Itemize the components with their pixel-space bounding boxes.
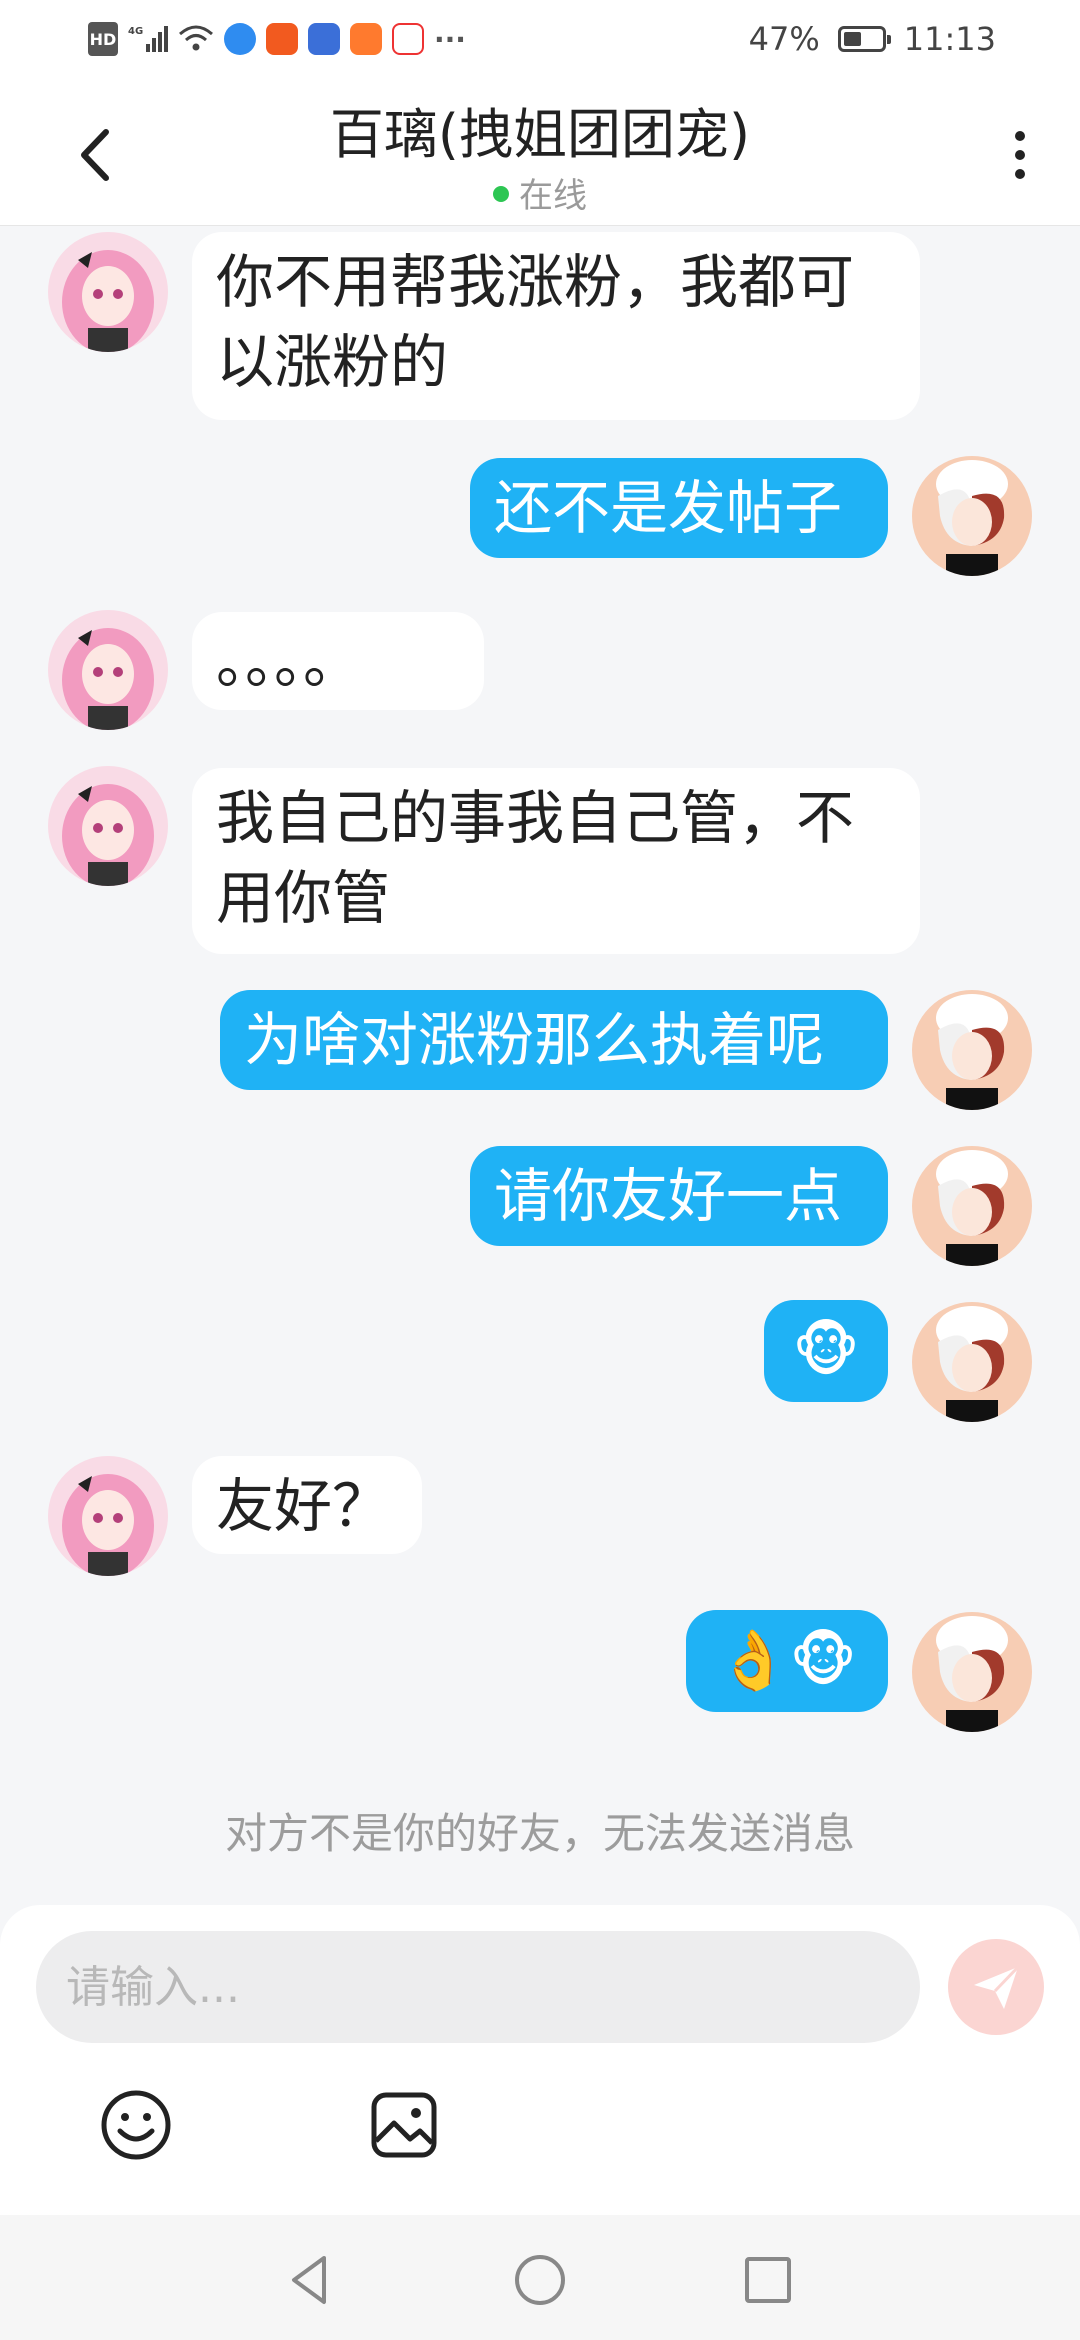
contact-avatar[interactable] <box>48 766 168 886</box>
image-button[interactable] <box>364 2085 444 2165</box>
nav-home-icon <box>515 2255 565 2305</box>
online-dot-icon <box>493 185 509 202</box>
wifi-icon <box>178 22 214 56</box>
my-avatar-image <box>912 1612 1032 1732</box>
send-icon <box>974 1965 1020 2009</box>
incoming-message[interactable]: 我自己的事我自己管，不用你管 <box>192 768 920 954</box>
status-icons-right: 47% 11:13 <box>749 20 996 58</box>
hd-icon: HD <box>88 22 118 56</box>
status-icons-left: HD 4G ··· <box>88 22 466 56</box>
outgoing-emoji-message[interactable]: 👌🐵 <box>686 1610 888 1712</box>
message-input[interactable] <box>36 1931 920 2043</box>
nav-back-button[interactable] <box>280 2250 340 2310</box>
contact-avatar-image <box>48 1456 168 1576</box>
my-avatar[interactable] <box>912 1302 1032 1422</box>
emoji-icon <box>101 2090 171 2160</box>
contact-avatar-image <box>48 766 168 886</box>
status-bar: HD 4G ··· 47% 11:13 <box>0 0 1080 80</box>
signal-icon: 4G <box>128 22 168 56</box>
my-avatar-image <box>912 990 1032 1110</box>
contact-name: 百璃(拽姐团团宠) <box>329 103 751 166</box>
my-avatar-image <box>912 456 1032 576</box>
image-icon <box>371 2092 437 2158</box>
chat-header: 百璃(拽姐团团宠) 在线 <box>0 80 1080 226</box>
online-status-label: 在线 <box>519 176 587 216</box>
outgoing-message[interactable]: 为啥对涨粉那么执着呢 <box>220 990 888 1090</box>
my-avatar-image <box>912 1146 1032 1266</box>
home-app-icon <box>350 23 382 55</box>
contact-avatar[interactable] <box>48 1456 168 1576</box>
online-status: 在线 <box>0 168 1080 217</box>
emoji-button[interactable] <box>96 2085 176 2165</box>
my-avatar[interactable] <box>912 990 1032 1110</box>
more-notifications-icon: ··· <box>434 22 466 56</box>
svg-text:4G: 4G <box>128 26 143 37</box>
send-button[interactable] <box>948 1939 1044 2035</box>
my-avatar[interactable] <box>912 1146 1032 1266</box>
clock: 11:13 <box>903 20 996 58</box>
contact-avatar[interactable] <box>48 610 168 730</box>
contact-avatar-image <box>48 610 168 730</box>
my-avatar[interactable] <box>912 456 1032 576</box>
outgoing-emoji-message[interactable]: 🐵 <box>764 1300 888 1402</box>
contact-avatar[interactable] <box>48 232 168 352</box>
incoming-message[interactable]: 友好？ <box>192 1456 422 1554</box>
more-icon-dot <box>1015 131 1025 141</box>
nav-recents-button[interactable] <box>738 2250 798 2310</box>
battery-percent: 47% <box>748 20 820 58</box>
browser-app-icon <box>224 23 256 55</box>
more-icon-dot <box>1015 150 1025 160</box>
nav-home-button[interactable] <box>510 2250 570 2310</box>
system-nav-bar <box>0 2215 1080 2340</box>
my-avatar-image <box>912 1302 1032 1422</box>
map-app-icon <box>392 23 424 55</box>
contact-avatar-image <box>48 232 168 352</box>
outgoing-message[interactable]: 还不是发帖子 <box>470 458 888 558</box>
taobao-app-icon <box>266 23 298 55</box>
nav-back-icon <box>292 2256 326 2304</box>
baidu-app-icon <box>308 23 340 55</box>
nav-recents-icon <box>745 2257 791 2303</box>
outgoing-message[interactable]: 请你友好一点 <box>470 1146 888 1246</box>
more-icon-dot <box>1015 169 1025 179</box>
not-friend-notice: 对方不是你的好友，无法发送消息 <box>224 1809 855 1858</box>
more-options-button[interactable] <box>990 120 1050 190</box>
my-avatar[interactable] <box>912 1612 1032 1732</box>
battery-icon <box>837 26 891 52</box>
composer-panel <box>0 1905 1080 2215</box>
incoming-message[interactable]: 你不用帮我涨粉，我都可以涨粉的 <box>192 232 920 420</box>
incoming-message[interactable]: 。。。。 <box>192 612 484 710</box>
battery-fill <box>843 32 861 46</box>
